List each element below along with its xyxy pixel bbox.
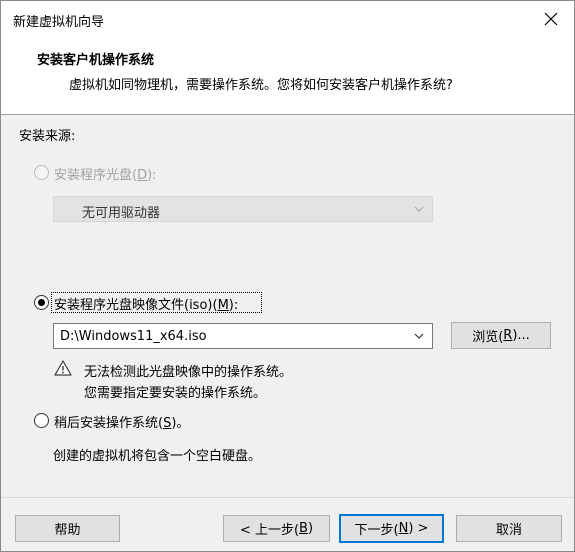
help-button[interactable]: 帮助 xyxy=(15,515,120,542)
install-later-description: 创建的虚拟机将包含一个空白硬盘。 xyxy=(53,449,262,464)
chevron-down-icon[interactable] xyxy=(414,331,424,341)
browse-button[interactable]: 浏览(R)... xyxy=(451,322,551,349)
chevron-down-icon xyxy=(414,206,424,212)
cancel-button[interactable]: 取消 xyxy=(456,515,562,542)
next-button[interactable]: 下一步(N) > xyxy=(339,514,444,543)
close-icon xyxy=(544,12,558,26)
title-bar: 新建虚拟机向导 xyxy=(1,1,574,37)
disc-drive-value: 无可用驱动器 xyxy=(82,206,161,221)
radio-install-later[interactable] xyxy=(34,413,49,428)
wizard-header: 安装客户机操作系统 虚拟机如同物理机，需要操作系统。您将如何安装客户机操作系统? xyxy=(1,37,574,115)
iso-path-value: D:\Windows11_x64.iso xyxy=(60,329,207,344)
radio-install-disc[interactable] xyxy=(34,165,49,180)
warning-message-line1: 无法检测此光盘映像中的操作系统。 xyxy=(84,365,293,380)
radio-install-iso[interactable] xyxy=(34,295,49,310)
warning-message-line2: 您需要指定要安装的操作系统。 xyxy=(84,386,267,401)
wizard-window: 新建虚拟机向导 安装客户机操作系统 虚拟机如同物理机，需要操作系统。您将如何安装… xyxy=(0,0,575,552)
window-title: 新建虚拟机向导 xyxy=(13,15,105,30)
install-disc-label: 安装程序光盘(D): xyxy=(54,168,157,183)
close-button[interactable] xyxy=(534,5,568,33)
page-title: 安装客户机操作系统 xyxy=(37,53,155,68)
disc-drive-select: 无可用驱动器 xyxy=(53,196,433,222)
wizard-footer: 帮助 < 上一步(B) 下一步(N) > 取消 xyxy=(1,497,574,551)
warning-icon xyxy=(54,360,72,376)
install-source-label: 安装来源: xyxy=(19,129,76,144)
back-button[interactable]: < 上一步(B) xyxy=(223,515,330,542)
install-later-label[interactable]: 稍后安装操作系统(S)。 xyxy=(54,412,189,431)
page-subtitle: 虚拟机如同物理机，需要操作系统。您将如何安装客户机操作系统? xyxy=(69,78,453,93)
install-source-panel: 安装来源: 安装程序光盘(D): 无可用驱动器 安装程序光盘映像文件(iso)(… xyxy=(1,116,574,496)
iso-path-combobox[interactable]: D:\Windows11_x64.iso xyxy=(53,323,433,349)
install-iso-label[interactable]: 安装程序光盘映像文件(iso)(M): xyxy=(54,294,238,313)
